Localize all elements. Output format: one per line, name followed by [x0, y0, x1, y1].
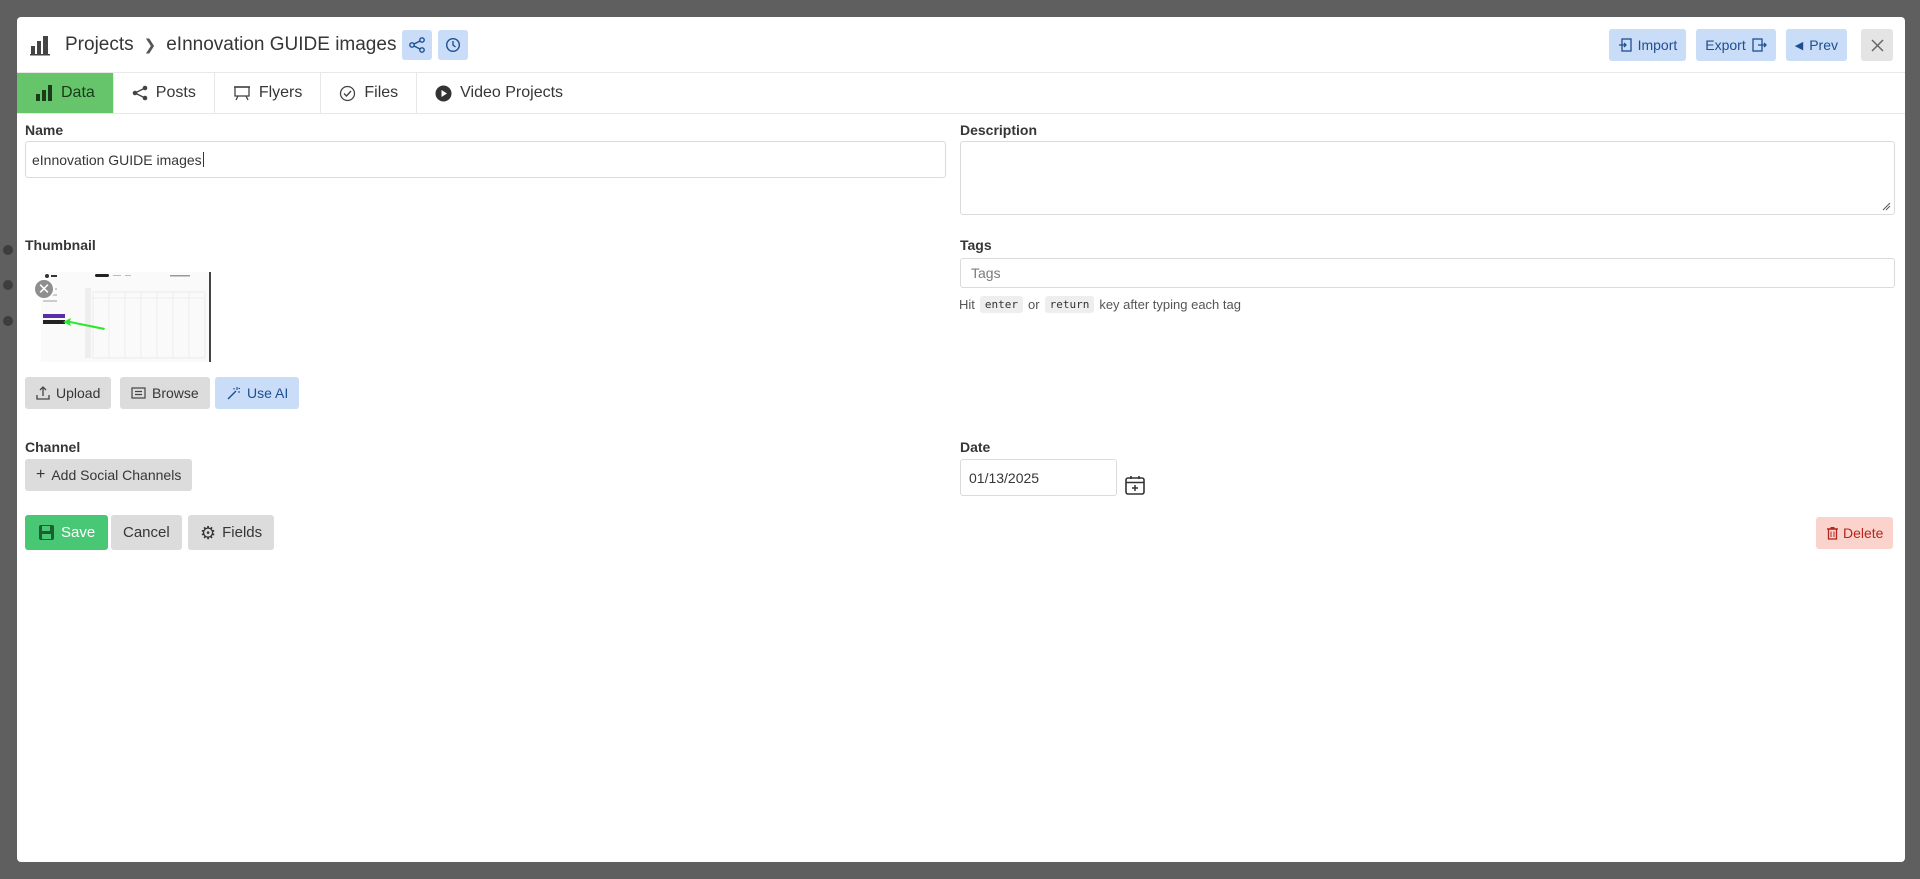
fields-label: Fields: [222, 524, 263, 541]
tab-video-projects-label: Video Projects: [460, 84, 564, 101]
tab-video-projects[interactable]: Video Projects: [417, 73, 581, 113]
tags-help: Hit enter or return key after typing eac…: [959, 296, 1241, 313]
tab-data-label: Data: [61, 84, 95, 101]
building-chart-icon: [29, 33, 53, 57]
tab-posts[interactable]: Posts: [114, 73, 215, 113]
close-button[interactable]: [1861, 29, 1893, 61]
delete-label: Delete: [1843, 525, 1884, 541]
date-label: Date: [960, 439, 991, 455]
upload-button[interactable]: Upload: [25, 377, 112, 409]
add-social-channels-button[interactable]: + Add Social Channels: [25, 459, 193, 491]
header-actions: Import Export ◀ Prev: [1608, 29, 1893, 61]
share-button[interactable]: [402, 29, 433, 60]
text-caret: [202, 152, 204, 167]
prev-label: Prev: [1809, 37, 1838, 53]
thumbnail-label: Thumbnail: [25, 237, 96, 253]
tags-input[interactable]: Tags: [960, 258, 1895, 288]
play-circle-icon: [435, 85, 452, 101]
tab-files[interactable]: Files: [321, 73, 418, 113]
browse-button[interactable]: Browse: [120, 377, 210, 409]
easel-icon: [233, 86, 250, 101]
breadcrumb: Projects ❯ eInnovation GUIDE images: [65, 34, 396, 56]
share-icon: [132, 85, 148, 101]
tab-files-label: Files: [364, 84, 399, 101]
use-ai-button[interactable]: Use AI: [215, 377, 300, 409]
plus-icon: +: [36, 466, 46, 483]
thumbnail-preview[interactable]: ✕: [25, 268, 221, 364]
tags-label: Tags: [960, 237, 992, 253]
date-input[interactable]: 01/13/2025: [960, 459, 1117, 496]
modal-header: Projects ❯ eInnovation GUIDE images Impo…: [17, 17, 1905, 73]
thumbnail-image: [41, 272, 211, 362]
tab-flyers[interactable]: Flyers: [215, 73, 322, 113]
history-button[interactable]: [438, 29, 469, 60]
export-button[interactable]: Export: [1696, 29, 1776, 61]
import-button[interactable]: Import: [1608, 29, 1687, 61]
project-modal: Projects ❯ eInnovation GUIDE images Impo…: [17, 17, 1905, 862]
name-input[interactable]: eInnovation GUIDE images: [25, 141, 946, 178]
gear-icon: ⚙: [200, 522, 217, 543]
clock-icon: [446, 37, 461, 52]
tab-posts-label: Posts: [155, 84, 196, 101]
tags-help-prefix: Hit: [959, 297, 975, 312]
browse-label: Browse: [152, 385, 199, 401]
chart-bar-icon: [36, 85, 52, 101]
trash-icon: [1827, 527, 1838, 540]
upload-icon: [36, 386, 50, 400]
tab-data[interactable]: Data: [17, 73, 114, 113]
tab-flyers-label: Flyers: [258, 84, 303, 101]
delete-button[interactable]: Delete: [1816, 517, 1894, 549]
return-key-hint: return: [1044, 296, 1095, 313]
prev-button[interactable]: ◀ Prev: [1785, 29, 1847, 61]
caret-left-icon: ◀: [1794, 39, 1804, 52]
chevron-right-icon: ❯: [143, 36, 157, 54]
description-label: Description: [960, 122, 1038, 138]
upload-label: Upload: [56, 385, 101, 401]
close-icon: [1870, 38, 1884, 52]
name-label: Name: [25, 122, 64, 138]
enter-key-hint: enter: [979, 296, 1024, 313]
save-label: Save: [61, 524, 96, 541]
floppy-disk-icon: [39, 525, 54, 540]
share-icon: [409, 36, 426, 53]
tab-bar: Data Posts Flyers Files Video Projects: [17, 73, 1905, 114]
browse-icon: [131, 387, 146, 399]
resize-grip-icon[interactable]: [1882, 202, 1891, 211]
fields-button[interactable]: ⚙ Fields: [188, 515, 275, 550]
tags-placeholder: Tags: [971, 265, 1001, 281]
date-value: 01/13/2025: [969, 469, 1040, 486]
description-textarea[interactable]: [960, 141, 1895, 215]
page-title: eInnovation GUIDE images: [166, 33, 397, 55]
use-ai-label: Use AI: [247, 385, 289, 401]
export-icon: [1752, 38, 1767, 52]
breadcrumb-projects[interactable]: Projects: [65, 34, 134, 56]
cancel-button[interactable]: Cancel: [111, 515, 182, 550]
tags-help-or: or: [1028, 297, 1040, 312]
name-input-value: eInnovation GUIDE images: [32, 151, 202, 168]
import-label: Import: [1637, 37, 1678, 53]
remove-thumbnail-button[interactable]: ✕: [33, 278, 55, 300]
import-icon: [1618, 38, 1632, 52]
magic-wand-icon: [227, 386, 240, 399]
export-label: Export: [1705, 37, 1746, 53]
add-social-channels-label: Add Social Channels: [51, 467, 182, 483]
tags-help-suffix: key after typing each tag: [1099, 297, 1241, 312]
calendar-add-icon[interactable]: [1124, 474, 1146, 501]
check-circle-icon: [340, 85, 356, 101]
channel-label: Channel: [25, 439, 81, 455]
cancel-label: Cancel: [123, 524, 170, 541]
save-button[interactable]: Save: [25, 515, 109, 550]
